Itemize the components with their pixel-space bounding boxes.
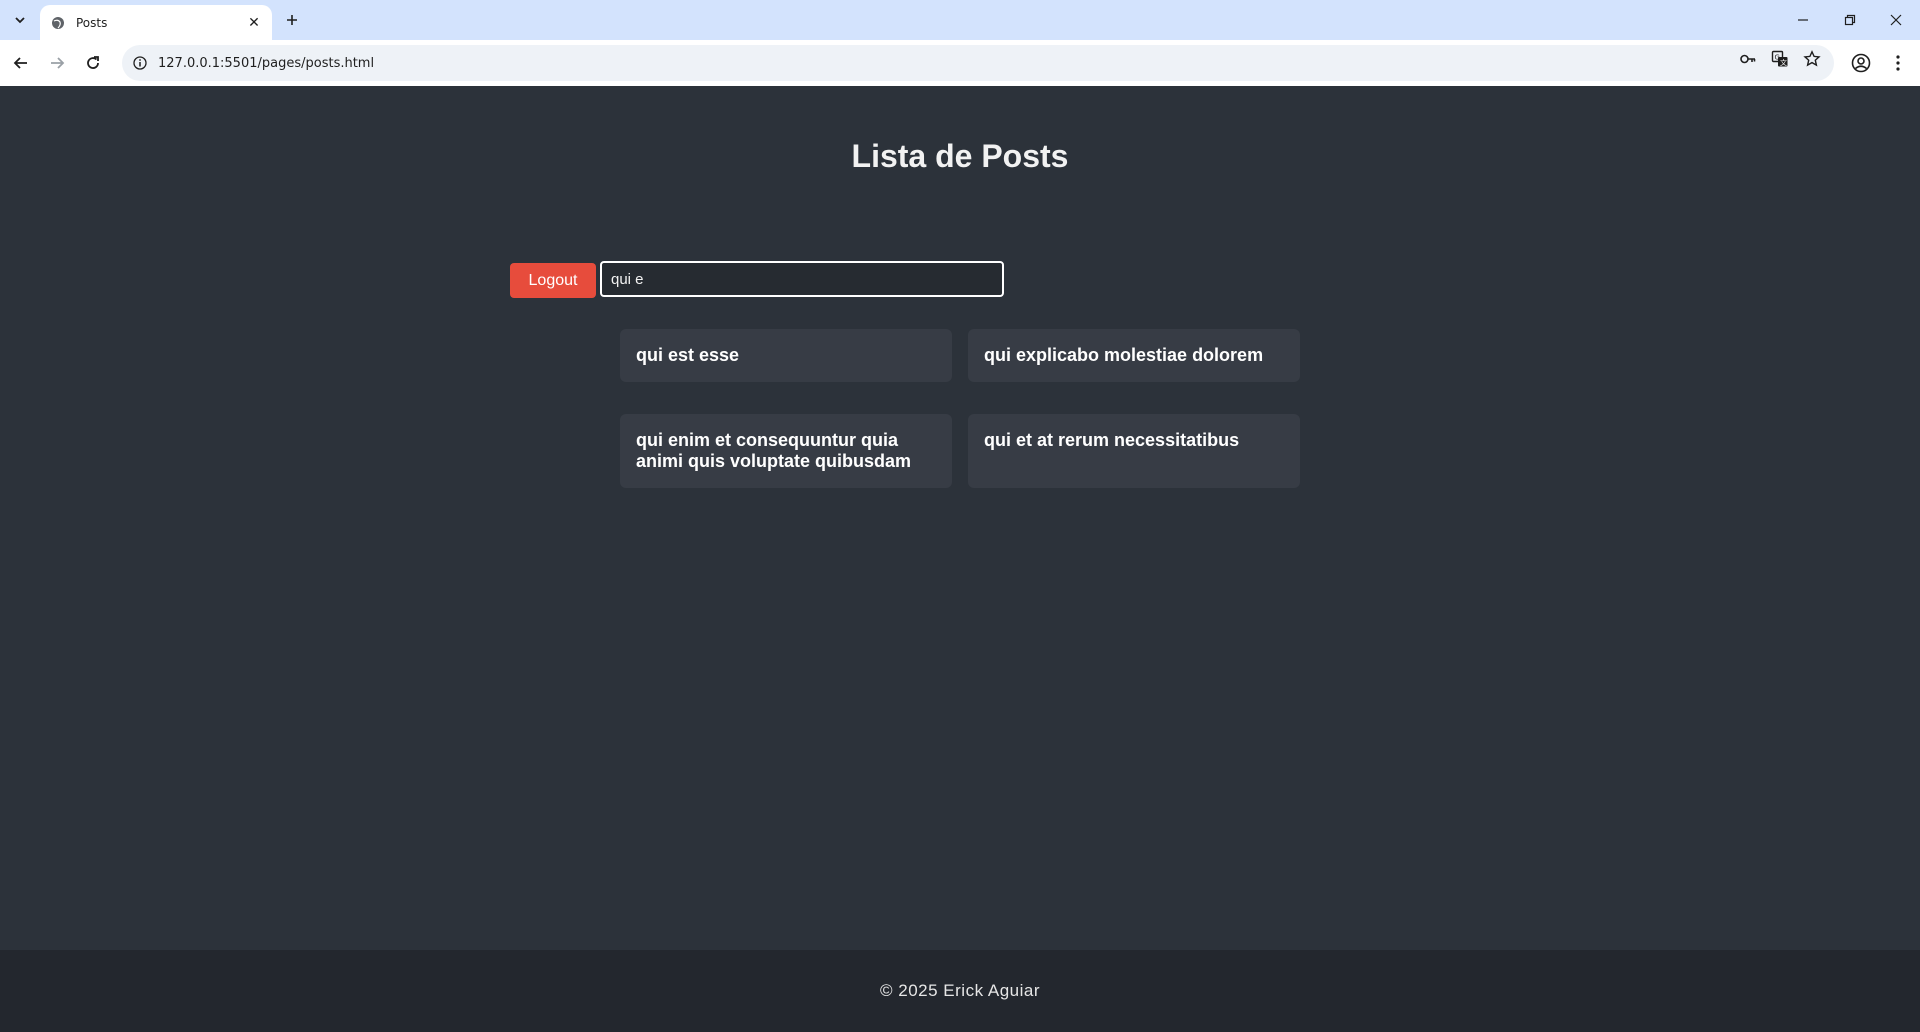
logout-button[interactable]: Logout — [510, 263, 596, 298]
more-vertical-icon — [1896, 55, 1900, 71]
chevron-down-icon — [15, 17, 25, 24]
forward-button[interactable] — [42, 48, 72, 78]
post-card[interactable]: qui explicabo molestiae dolorem — [968, 329, 1300, 382]
minimize-button[interactable] — [1780, 0, 1826, 40]
svg-text:文: 文 — [1780, 58, 1787, 67]
profile-button[interactable] — [1846, 48, 1876, 78]
translate-icon[interactable]: G文 — [1769, 48, 1791, 70]
browser-menu-button[interactable] — [1883, 48, 1913, 78]
search-input[interactable] — [600, 261, 1004, 297]
account-icon — [1851, 53, 1871, 73]
plus-icon — [287, 15, 297, 25]
browser-tab-posts[interactable]: Posts ✕ — [40, 5, 272, 40]
info-icon[interactable] — [130, 53, 150, 73]
reload-icon — [87, 56, 99, 69]
page-title: Lista de Posts — [851, 138, 1069, 174]
post-card[interactable]: qui est esse — [620, 329, 952, 382]
post-card[interactable]: qui enim et consequuntur quia animi quis… — [620, 414, 952, 488]
posts-grid: qui est esse qui explicabo molestiae dol… — [620, 329, 1300, 488]
footer-copyright: © 2025 Erick Aguiar — [880, 981, 1040, 1000]
bookmark-star-icon[interactable] — [1801, 48, 1823, 70]
tab-title: Posts — [76, 15, 108, 30]
post-card[interactable]: qui et at rerum necessitatibus — [968, 414, 1300, 488]
new-tab-button[interactable] — [280, 8, 304, 32]
close-window-button[interactable] — [1873, 0, 1919, 40]
footer: © 2025 Erick Aguiar — [0, 950, 1920, 1032]
page-content: Lista de Posts Logout qui est esse qui e… — [0, 86, 1920, 950]
browser-toolbar: 127.0.0.1:5501/pages/posts.html G文 — [0, 40, 1920, 86]
back-button[interactable] — [6, 48, 36, 78]
restore-button[interactable] — [1827, 0, 1873, 40]
close-tab-icon[interactable]: ✕ — [244, 13, 264, 33]
reload-button[interactable] — [78, 48, 108, 78]
close-icon — [1890, 14, 1902, 26]
minimize-icon — [1798, 19, 1808, 21]
arrow-right-icon — [51, 57, 65, 69]
tab-search-button[interactable] — [6, 8, 34, 32]
browser-tab-strip: Posts ✕ — [0, 0, 1920, 40]
arrow-left-icon — [13, 57, 27, 69]
key-icon[interactable] — [1737, 48, 1759, 70]
restore-icon — [1844, 14, 1856, 26]
url-text: 127.0.0.1:5501/pages/posts.html — [158, 55, 375, 71]
globe-icon — [50, 15, 66, 31]
address-bar[interactable]: 127.0.0.1:5501/pages/posts.html — [122, 45, 1834, 81]
